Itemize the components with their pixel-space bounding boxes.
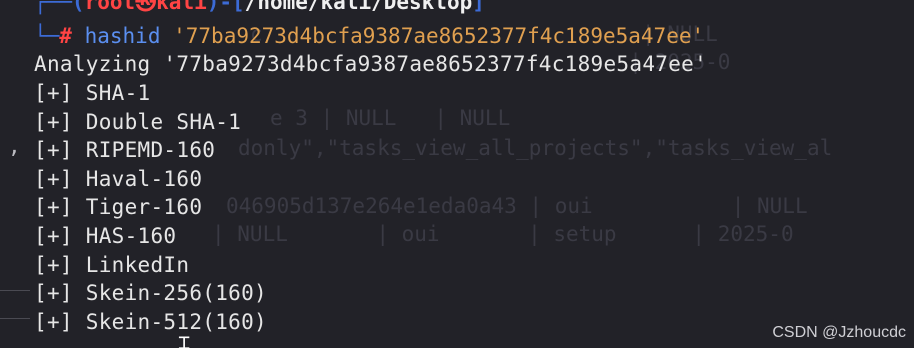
ghost-text-line: , xyxy=(8,134,21,158)
prompt-header: ┌──(root㉿kali)-[/home/kali/Desktop] xyxy=(34,0,485,16)
ghost-text-line: 046905d137e264e1eda0a43 | oui | NULL xyxy=(226,194,808,218)
ghost-text-line: | NULL | oui | setup | 2025-0 xyxy=(212,222,794,246)
prompt-corner: └─ xyxy=(34,24,60,48)
output-analyzing: Analyzing '77ba9273d4bcfa9387ae8652377f4… xyxy=(34,52,708,76)
ibeam-cursor-icon: ⌶ xyxy=(178,330,191,348)
output-result-line: [+] LinkedIn xyxy=(34,253,190,277)
ghost-text-line: e 3 | NULL | NULL xyxy=(270,106,511,130)
output-result-line: [+] RIPEMD-160 xyxy=(34,138,216,162)
command-name: hashid xyxy=(84,24,161,48)
ghost-divider xyxy=(0,290,30,291)
terminal-window[interactable]: c | NULL | 2025-0 e 3 | NULL | NULL donl… xyxy=(0,0,914,348)
output-result-line: [+] SHA-1 xyxy=(34,81,151,105)
prompt-skull-icon: ㉿ xyxy=(135,0,157,14)
output-result-line: [+] Skein-256(160) xyxy=(34,281,267,305)
output-result-line: [+] HAS-160 xyxy=(34,224,177,248)
ghost-divider xyxy=(0,318,30,319)
command-argument: '77ba9273d4bcfa9387ae8652377f4c189e5a47e… xyxy=(173,24,705,48)
prompt-hash: # xyxy=(59,24,72,48)
prompt-mid-bracket: )-[ xyxy=(206,0,245,14)
prompt-host: kali xyxy=(156,0,207,14)
output-result-line: [+] Double SHA-1 xyxy=(34,110,242,134)
prompt-user: root xyxy=(84,0,136,14)
output-result-line: [+] Tiger-160 xyxy=(34,195,203,219)
ghost-text-line: donly","tasks_view_all_projects","tasks_… xyxy=(238,136,833,160)
output-result-line: [+] Skein-512(160) xyxy=(34,310,267,334)
output-result-line: [+] Haval-160 xyxy=(34,167,203,191)
prompt-open-bracket: ┌──( xyxy=(34,0,85,14)
prompt-cwd: /home/kali/Desktop xyxy=(244,0,473,14)
prompt-close-bracket: ] xyxy=(472,0,485,14)
command-line: └─# hashid '77ba9273d4bcfa9387ae8652377f… xyxy=(34,22,704,50)
watermark: CSDN @Jzhoucdc xyxy=(772,324,906,341)
